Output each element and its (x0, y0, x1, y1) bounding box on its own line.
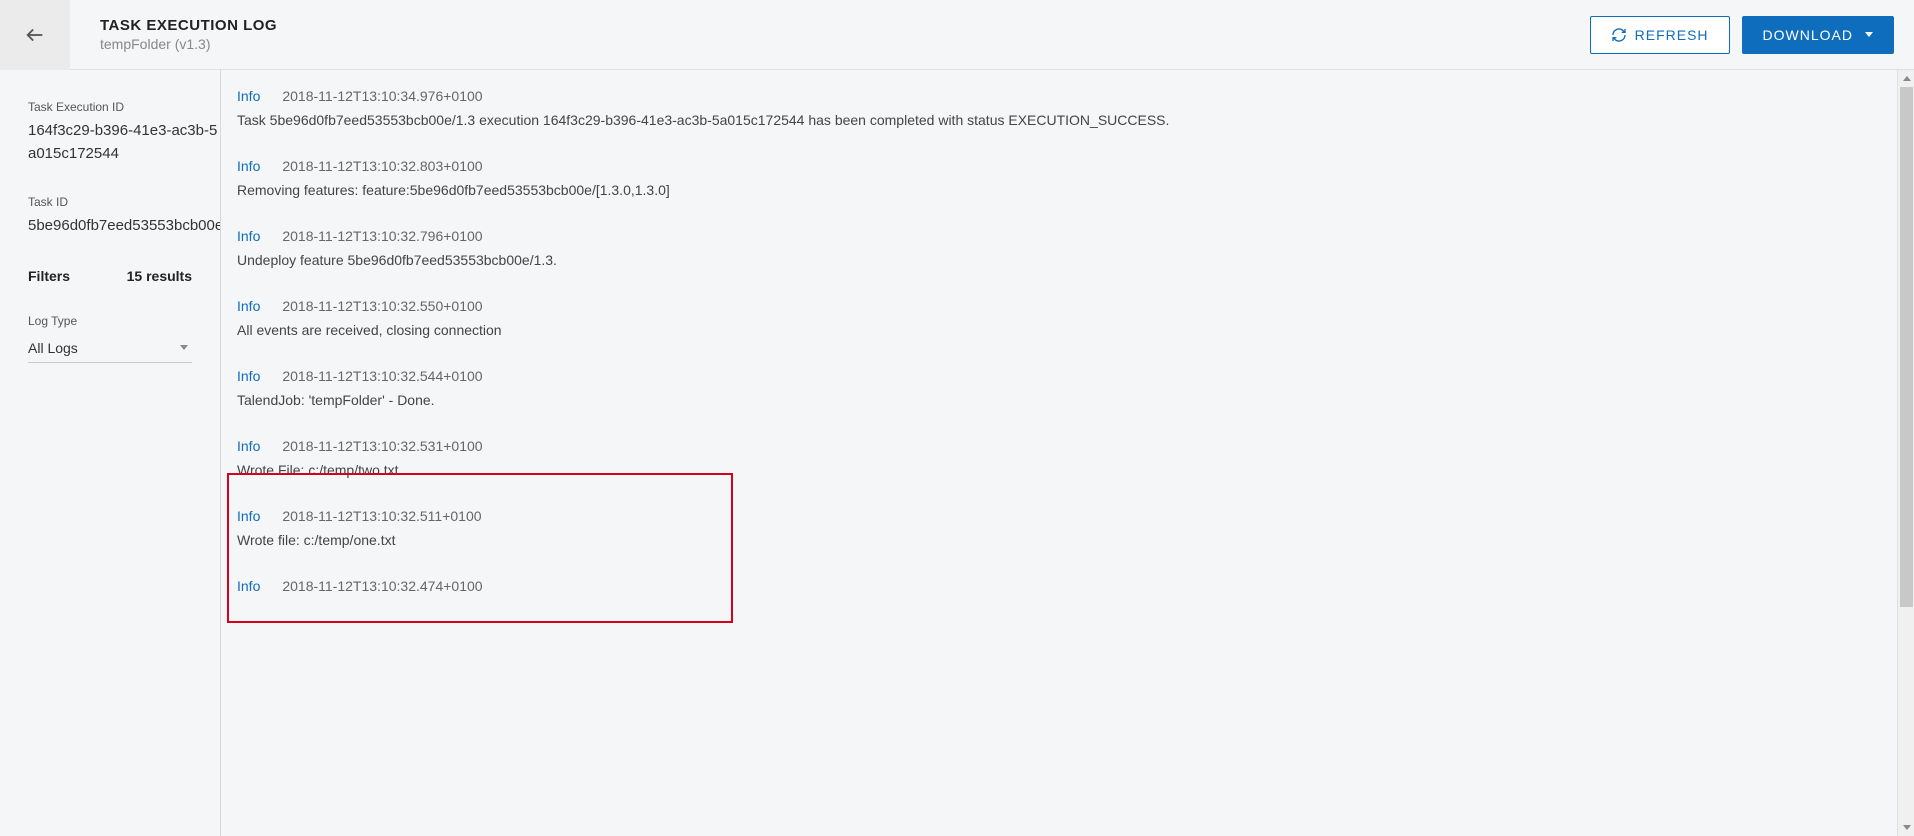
log-message: Undeploy feature 5be96d0fb7eed53553bcb00… (237, 252, 1894, 268)
content: Task Execution ID 164f3c29-b396-41e3-ac3… (0, 70, 1914, 836)
log-panel: Info 2018-11-12T13:10:34.976+0100 Task 5be… (220, 70, 1914, 836)
back-button[interactable] (0, 0, 70, 70)
log-level: Info (237, 578, 260, 594)
log-head: Info 2018-11-12T13:10:32.796+0100 (237, 228, 1894, 244)
log-type-select[interactable]: All Logs (28, 334, 192, 363)
log-level: Info (237, 438, 260, 454)
log-timestamp: 2018-11-12T13:10:32.544+0100 (282, 368, 482, 384)
arrow-left-icon (24, 24, 46, 46)
scroll-down-button[interactable] (1898, 819, 1914, 836)
log-head: Info 2018-11-12T13:10:32.544+0100 (237, 368, 1894, 384)
log-message: Removing features: feature:5be96d0fb7eed… (237, 182, 1894, 198)
header-actions: REFRESH DOWNLOAD (1590, 16, 1894, 54)
sidebar: Task Execution ID 164f3c29-b396-41e3-ac3… (0, 70, 220, 836)
log-level: Info (237, 368, 260, 384)
scrollbar[interactable] (1897, 70, 1914, 836)
log-timestamp: 2018-11-12T13:10:32.474+0100 (282, 578, 482, 594)
chevron-down-icon (180, 345, 188, 350)
task-exec-id-value: 164f3c29-b396-41e3-ac3b-5a015c172544 (28, 120, 220, 165)
log-entry: Info 2018-11-12T13:10:32.796+0100 Undeploy… (237, 228, 1894, 268)
log-level: Info (237, 88, 260, 104)
log-head: Info 2018-11-12T13:10:32.531+0100 (237, 438, 1894, 454)
scroll-up-button[interactable] (1898, 70, 1914, 87)
log-message: Wrote File: c:/temp/two.txt (237, 462, 1894, 478)
log-head: Info 2018-11-12T13:10:32.550+0100 (237, 298, 1894, 314)
log-timestamp: 2018-11-12T13:10:34.976+0100 (282, 88, 482, 104)
log-entry: Info 2018-11-12T13:10:32.511+0100 Wrote fi… (237, 508, 1894, 548)
refresh-icon (1611, 27, 1627, 43)
task-id-label: Task ID (28, 195, 220, 209)
title-block: TASK EXECUTION LOG tempFolder (v1.3) (100, 17, 1590, 52)
results-count: 15 results (127, 268, 192, 284)
task-id-value: 5be96d0fb7eed53553bcb00e (28, 215, 220, 238)
log-entry: Info 2018-11-12T13:10:32.474+0100 (237, 578, 1894, 594)
log-entry: Info 2018-11-12T13:10:34.976+0100 Task 5be… (237, 88, 1894, 128)
filters-label: Filters (28, 268, 70, 284)
log-message: Wrote file: c:/temp/one.txt (237, 532, 1894, 548)
log-head: Info 2018-11-12T13:10:32.511+0100 (237, 508, 1894, 524)
log-message: Task 5be96d0fb7eed53553bcb00e/1.3 execut… (237, 112, 1894, 128)
log-level: Info (237, 228, 260, 244)
page-title: TASK EXECUTION LOG (100, 17, 1590, 34)
page-subtitle: tempFolder (v1.3) (100, 36, 1590, 52)
log-entry: Info 2018-11-12T13:10:32.544+0100 TalendJo… (237, 368, 1894, 408)
scrollbar-thumb[interactable] (1900, 87, 1913, 607)
log-timestamp: 2018-11-12T13:10:32.511+0100 (282, 508, 481, 524)
log-message: All events are received, closing connect… (237, 322, 1894, 338)
log-timestamp: 2018-11-12T13:10:32.803+0100 (282, 158, 482, 174)
log-head: Info 2018-11-12T13:10:32.803+0100 (237, 158, 1894, 174)
log-timestamp: 2018-11-12T13:10:32.531+0100 (282, 438, 482, 454)
log-level: Info (237, 298, 260, 314)
log-timestamp: 2018-11-12T13:10:32.796+0100 (282, 228, 482, 244)
log-entry: Info 2018-11-12T13:10:32.531+0100 Wrote Fi… (237, 438, 1894, 478)
header: TASK EXECUTION LOG tempFolder (v1.3) REF… (0, 0, 1914, 70)
log-type-label: Log Type (28, 314, 220, 328)
log-head: Info 2018-11-12T13:10:34.976+0100 (237, 88, 1894, 104)
log-entry: Info 2018-11-12T13:10:32.803+0100 Removing… (237, 158, 1894, 198)
chevron-down-icon (1865, 32, 1873, 37)
arrow-up-icon (1903, 76, 1911, 81)
log-timestamp: 2018-11-12T13:10:32.550+0100 (282, 298, 482, 314)
task-exec-id-label: Task Execution ID (28, 100, 220, 114)
log-head: Info 2018-11-12T13:10:32.474+0100 (237, 578, 1894, 594)
log-level: Info (237, 158, 260, 174)
log-entry: Info 2018-11-12T13:10:32.550+0100 All even… (237, 298, 1894, 338)
arrow-down-icon (1903, 825, 1911, 830)
log-level: Info (237, 508, 260, 524)
log-type-value: All Logs (28, 340, 78, 356)
refresh-label: REFRESH (1635, 27, 1709, 43)
download-button[interactable]: DOWNLOAD (1742, 16, 1894, 54)
log-message: TalendJob: 'tempFolder' - Done. (237, 392, 1894, 408)
download-label: DOWNLOAD (1763, 27, 1853, 43)
refresh-button[interactable]: REFRESH (1590, 16, 1730, 54)
filters-row: Filters 15 results (28, 268, 220, 284)
